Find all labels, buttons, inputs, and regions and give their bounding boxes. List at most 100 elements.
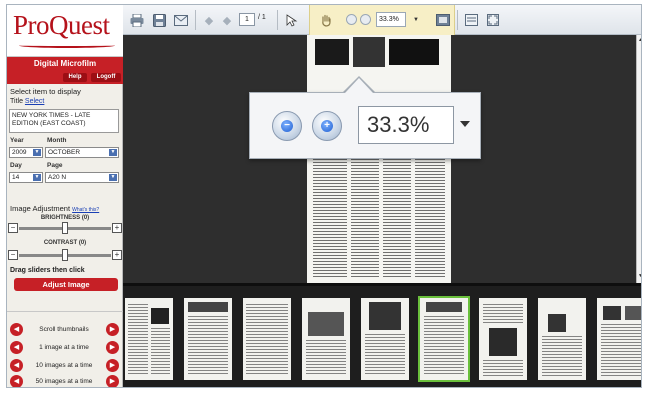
callout-pointer xyxy=(345,78,373,93)
thumb-text xyxy=(188,316,228,376)
page-thumbnail[interactable] xyxy=(125,298,173,380)
title-row: Title Select xyxy=(10,98,44,105)
year-select[interactable]: 2009 ▼ xyxy=(9,147,43,158)
drag-sliders-hint: Drag sliders then click xyxy=(10,267,85,274)
brightness-slider-thumb[interactable] xyxy=(62,222,68,234)
prev-page-icon[interactable]: ◆ xyxy=(201,12,217,28)
page-photo xyxy=(389,39,439,65)
toolbar-divider xyxy=(457,10,458,30)
page-text-column xyxy=(313,153,347,279)
next-one-icon[interactable]: ▶ xyxy=(106,341,119,354)
minus-icon: − xyxy=(281,120,293,132)
zoom-out-large-button[interactable]: − xyxy=(272,111,302,141)
logo-text: ProQuest xyxy=(13,10,110,40)
scroll-up-icon[interactable]: ▲ xyxy=(638,37,641,43)
select-title-link[interactable]: Select xyxy=(25,98,44,105)
prev-fifty-icon[interactable]: ◀ xyxy=(10,375,23,387)
sidebar-divider xyxy=(7,311,123,312)
page-thumbnail[interactable] xyxy=(302,298,350,380)
chevron-down-icon[interactable]: ▼ xyxy=(408,12,424,28)
scroll-right-icon[interactable]: ▶ xyxy=(106,323,119,336)
page-number-input[interactable]: 1 xyxy=(239,13,255,26)
email-icon[interactable] xyxy=(173,12,189,28)
chevron-down-icon: ▼ xyxy=(109,149,117,156)
chevron-down-icon: ▼ xyxy=(33,174,41,181)
month-label: Month xyxy=(47,137,67,144)
help-button[interactable]: Help xyxy=(63,73,87,82)
page-thumbnail[interactable] xyxy=(243,298,291,380)
page-total: / 1 xyxy=(258,14,266,21)
whats-this-link[interactable]: What's this? xyxy=(72,207,99,213)
thumb-text xyxy=(601,324,641,376)
title-label: Title xyxy=(10,98,23,105)
contrast-slider-thumb[interactable] xyxy=(62,249,68,261)
help-logoff-bar: Help Logoff xyxy=(7,71,123,84)
day-label: Day xyxy=(10,162,22,169)
chevron-down-icon[interactable] xyxy=(460,121,470,127)
page-text-column xyxy=(351,153,379,279)
proquest-logo: ProQuest xyxy=(7,5,123,57)
day-select-value: 14 xyxy=(12,174,20,181)
logo-swoosh xyxy=(19,43,115,48)
thumb-text xyxy=(542,336,582,376)
nav-label: Scroll thumbnails xyxy=(39,326,89,333)
image-adjustment-label: Image Adjustment xyxy=(10,204,71,213)
thumb-text xyxy=(483,304,523,324)
zoom-in-large-button[interactable]: + xyxy=(312,111,342,141)
toolbar-divider xyxy=(195,10,196,30)
newspaper-page-image[interactable] xyxy=(307,35,451,283)
adjust-image-button[interactable]: Adjust Image xyxy=(14,278,118,291)
save-icon[interactable] xyxy=(151,12,167,28)
brightness-increase-button[interactable]: + xyxy=(112,223,122,233)
fifty-images-row: ◀ 50 images at a time ▶ xyxy=(10,375,122,387)
page-thumbnail[interactable] xyxy=(479,298,527,380)
page-select[interactable]: A20 N ▼ xyxy=(45,172,119,183)
scroll-left-icon[interactable]: ◀ xyxy=(10,323,23,336)
select-tool-icon[interactable] xyxy=(283,12,299,28)
thumb-text xyxy=(246,304,288,376)
next-ten-icon[interactable]: ▶ xyxy=(106,359,119,372)
plus-icon: + xyxy=(321,120,333,132)
logoff-button[interactable]: Logoff xyxy=(91,73,121,82)
prev-ten-icon[interactable]: ◀ xyxy=(10,359,23,372)
vertical-scrollbar[interactable]: ▲ ▼ xyxy=(636,35,641,283)
page-thumbnail[interactable] xyxy=(538,298,586,380)
contrast-label: CONTRAST (0) xyxy=(43,240,87,246)
zoom-value-large[interactable]: 33.3% xyxy=(358,106,454,144)
thumb-text xyxy=(424,316,464,376)
fit-width-icon[interactable] xyxy=(463,12,479,28)
nav-label: 50 images at a time xyxy=(35,378,93,385)
fit-page-icon[interactable] xyxy=(435,12,451,28)
page-thumbnail[interactable] xyxy=(361,298,409,380)
contrast-increase-button[interactable]: + xyxy=(112,250,122,260)
page-photo xyxy=(353,37,385,67)
thumb-photo xyxy=(369,302,401,330)
zoom-out-icon[interactable] xyxy=(346,14,357,25)
ten-images-row: ◀ 10 images at a time ▶ xyxy=(10,359,122,373)
contrast-decrease-button[interactable]: − xyxy=(8,250,18,260)
scroll-thumbnails-row: ◀ Scroll thumbnails ▶ xyxy=(10,323,122,337)
next-fifty-icon[interactable]: ▶ xyxy=(106,375,119,387)
page-thumbnail[interactable] xyxy=(597,298,641,380)
zoom-in-icon[interactable] xyxy=(360,14,371,25)
day-select[interactable]: 14 ▼ xyxy=(9,172,43,183)
zoom-level-select[interactable]: 33.3% xyxy=(376,12,406,27)
page-thumbnail-selected[interactable] xyxy=(418,296,470,382)
pan-hand-icon[interactable] xyxy=(318,12,334,28)
title-value: NEW YORK TIMES - LATE EDITION (EAST COAS… xyxy=(9,109,119,133)
zoom-callout: − + 33.3% xyxy=(249,92,481,159)
one-image-row: ◀ 1 image at a time ▶ xyxy=(10,341,122,355)
scroll-down-icon[interactable]: ▼ xyxy=(638,273,641,279)
brightness-decrease-button[interactable]: − xyxy=(8,223,18,233)
print-icon[interactable] xyxy=(129,12,145,28)
month-select[interactable]: OCTOBER ▼ xyxy=(45,147,119,158)
prev-one-icon[interactable]: ◀ xyxy=(10,341,23,354)
year-label: Year xyxy=(10,137,24,144)
page-thumbnail[interactable] xyxy=(184,298,232,380)
nav-label: 10 images at a time xyxy=(35,362,93,369)
document-viewer[interactable]: ▲ ▼ xyxy=(123,35,641,283)
brightness-label: BRIGHTNESS (0) xyxy=(40,215,90,221)
fullscreen-icon[interactable] xyxy=(485,12,501,28)
thumb-photo xyxy=(625,306,641,320)
next-page-icon[interactable]: ◆ xyxy=(219,12,235,28)
